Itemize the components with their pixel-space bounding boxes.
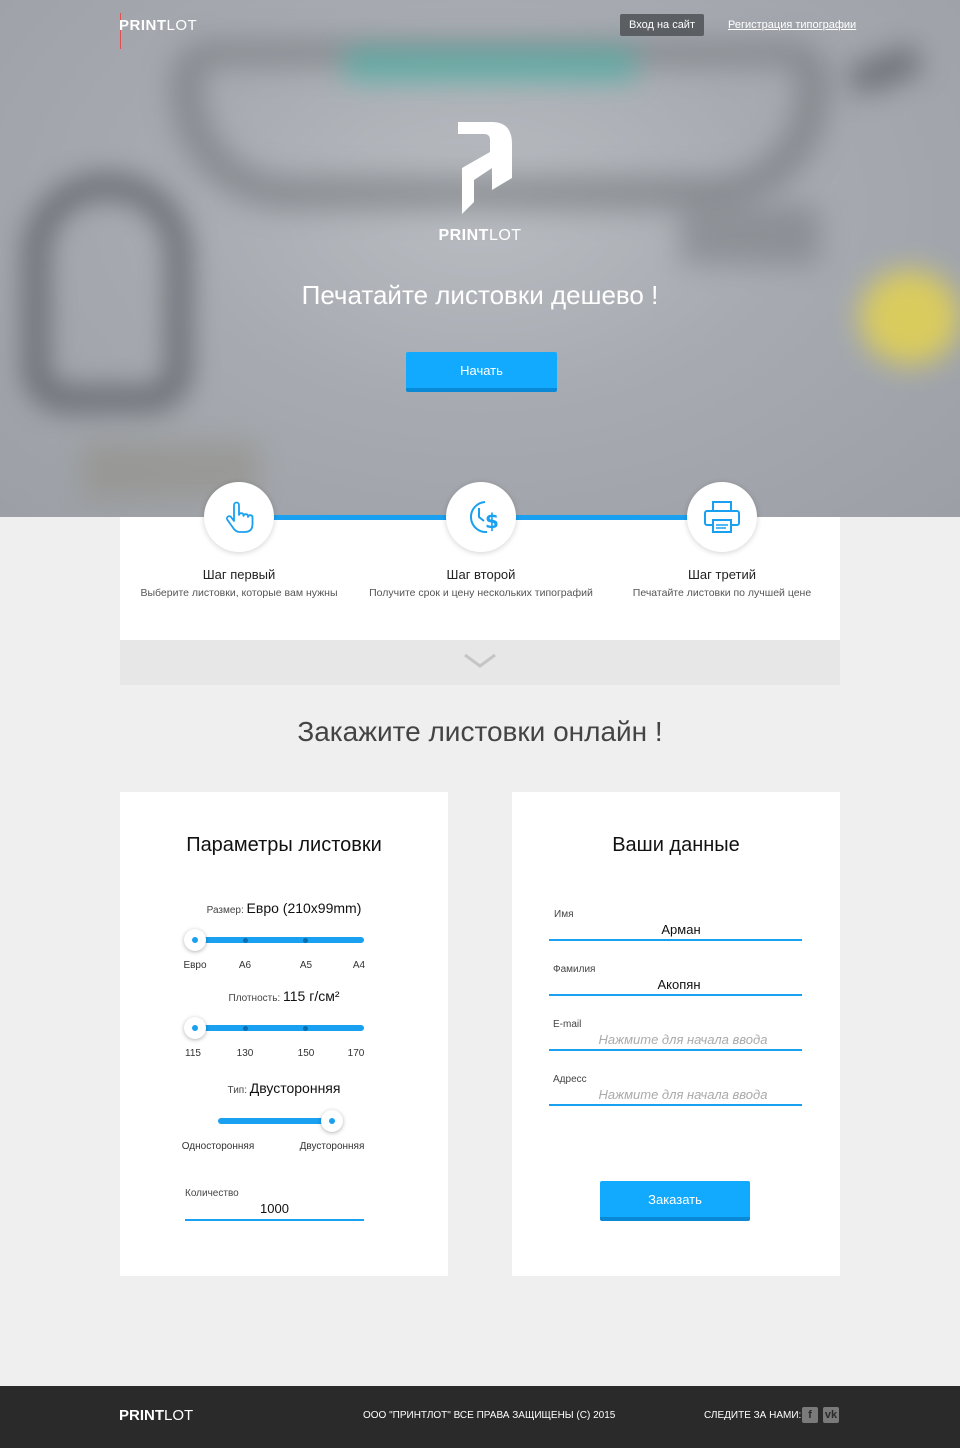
quantity-underline <box>185 1219 364 1221</box>
size-option[interactable]: А4 <box>329 960 389 971</box>
density-option[interactable]: 130 <box>215 1048 275 1059</box>
logo-light: LOT <box>166 17 198 34</box>
first-name-underline <box>549 939 802 941</box>
copyright-text: ООО "ПРИНТЛОТ" ВСЕ ПРАВА ЗАЩИЩЕНЫ (С) 20… <box>363 1410 616 1421</box>
type-toggle-handle[interactable] <box>321 1110 343 1132</box>
first-name-label: Имя <box>554 909 574 920</box>
slider-tick-dot <box>303 938 308 943</box>
type-label: Тип: <box>227 1085 247 1096</box>
params-title: Параметры листовки <box>186 834 382 856</box>
background-blur <box>345 50 635 80</box>
logo-bold: PRINT <box>438 227 489 244</box>
size-param: Размер: Евро (210x99mm) <box>120 900 448 916</box>
step-3-desc: Печатайте листовки по лучшей цене <box>632 587 812 599</box>
email-underline <box>549 1049 802 1051</box>
density-value: 115 г/см² <box>283 988 340 1004</box>
type-option[interactable]: Односторонняя <box>178 1141 258 1152</box>
step-2-desc: Получите срок и цену нескольких типограф… <box>369 587 593 599</box>
step-3-circle <box>687 482 757 552</box>
density-slider-handle[interactable] <box>184 1017 206 1039</box>
email-label: E-mail <box>553 1019 582 1030</box>
step-1-title: Шаг первый <box>202 567 276 582</box>
step-3-title: Шаг третий <box>688 567 756 582</box>
login-button[interactable]: Вход на сайт <box>620 14 704 36</box>
slider-tick-dot <box>243 1026 248 1031</box>
footer-logo[interactable]: PRINTLOT <box>119 1407 193 1424</box>
register-link[interactable]: Регистрация типографии <box>728 19 856 31</box>
chevron-down-icon[interactable] <box>464 654 496 668</box>
slider-tick-dot <box>243 938 248 943</box>
first-name-field[interactable]: Арман <box>560 922 802 937</box>
density-option[interactable]: 115 <box>163 1048 223 1059</box>
size-option[interactable]: А6 <box>215 960 275 971</box>
vk-icon[interactable]: vk <box>823 1407 839 1423</box>
size-slider[interactable] <box>185 937 364 943</box>
order-button[interactable]: Заказать <box>600 1181 750 1221</box>
density-param: Плотность: 115 г/см² <box>120 988 448 1004</box>
type-value: Двусторонняя <box>249 1080 341 1096</box>
step-2-title: Шаг второй <box>446 567 516 582</box>
density-option[interactable]: 170 <box>326 1048 386 1059</box>
step-1-circle <box>204 482 274 552</box>
slider-tick-dot <box>303 1026 308 1031</box>
address-label: Адресс <box>553 1074 587 1085</box>
type-param: Тип: Двусторонняя <box>120 1080 448 1096</box>
order-section-title: Закажите листовки онлайн ! <box>297 716 663 747</box>
address-underline <box>549 1104 802 1106</box>
clock-dollar-icon: $ <box>469 501 499 534</box>
size-option[interactable]: А5 <box>276 960 336 971</box>
user-data-title: Ваши данные <box>612 834 740 856</box>
type-toggle[interactable] <box>218 1118 338 1124</box>
follow-label: СЛЕДИТЕ ЗА НАМИ: <box>704 1410 802 1421</box>
logo-bold: PRINT <box>119 1407 164 1424</box>
hero-section <box>0 0 960 517</box>
hero-logo-text: PRINTLOT <box>0 227 960 245</box>
quantity-label: Количество <box>185 1188 239 1199</box>
type-option[interactable]: Двусторонняя <box>292 1141 372 1152</box>
last-name-label: Фамилия <box>553 964 596 975</box>
hero-title: Печатайте листовки дешево ! <box>301 280 659 310</box>
last-name-underline <box>549 994 802 996</box>
printlot-logo-icon <box>458 122 512 214</box>
email-field[interactable]: Нажмите для начала ввода <box>562 1032 804 1047</box>
pointer-hand-icon <box>226 501 254 533</box>
step-2-circle: $ <box>446 482 516 552</box>
density-label: Плотность: <box>228 993 281 1004</box>
address-field[interactable]: Нажмите для начала ввода <box>562 1087 804 1102</box>
size-value: Евро (210x99mm) <box>246 900 362 916</box>
header-logo[interactable]: PRINTLOT <box>119 17 197 34</box>
quantity-input[interactable]: 1000 <box>185 1201 364 1216</box>
logo-bold: PRINT <box>119 17 167 34</box>
size-label: Размер: <box>206 905 244 916</box>
start-button[interactable]: Начать <box>406 352 557 392</box>
last-name-field[interactable]: Акопян <box>558 977 800 992</box>
logo-light: LOT <box>164 1407 194 1424</box>
density-slider[interactable] <box>185 1025 364 1031</box>
logo-light: LOT <box>488 227 522 244</box>
printer-icon <box>704 501 740 533</box>
svg-text:$: $ <box>485 509 499 533</box>
background-blur <box>846 43 924 97</box>
step-1-desc: Выберите листовки, которые вам нужны <box>140 587 338 599</box>
facebook-icon[interactable]: f <box>802 1407 818 1423</box>
size-slider-handle[interactable] <box>184 929 206 951</box>
